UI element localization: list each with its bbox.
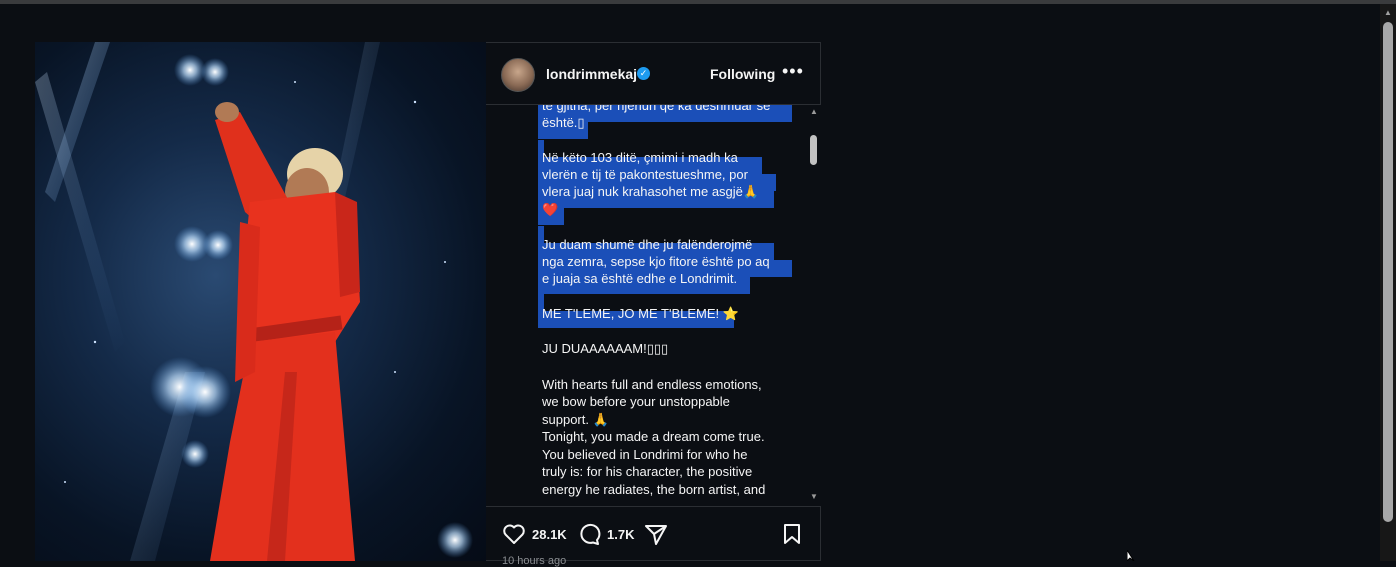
caption-line: You believed in Londrimi for who he <box>542 447 748 462</box>
verified-badge-icon: ✓ <box>637 67 650 80</box>
caption-line: truly is: for his character, the positiv… <box>542 464 753 479</box>
caption-line: nga zemra, sepse kjo fitore është po aq <box>542 254 770 269</box>
more-options-icon[interactable]: ••• <box>782 61 804 82</box>
caption-line: With hearts full and endless emotions, <box>542 377 762 392</box>
post-actions-bar: 28.1K 1.7K 10 hours ago <box>486 506 821 567</box>
page-scroll-thumb[interactable] <box>1383 22 1393 522</box>
caption-line: support. 🙏 <box>542 412 609 427</box>
bookmark-icon[interactable] <box>782 523 802 545</box>
browser-top-bar <box>0 0 1396 4</box>
caption-line: JU DUAAAAAAM!▯▯▯ <box>542 341 669 356</box>
mouse-cursor-icon <box>1127 550 1135 561</box>
caption-line: vlera juaj nuk krahasohet me asgjë🙏 <box>542 184 760 199</box>
page-scrollbar[interactable]: ▲ <box>1380 4 1396 561</box>
post-panel: londrimmekaj ✓ Following ••• të gjitha, … <box>486 42 821 567</box>
caption-line: ME T'LEME, JO ME T'BLEME! ⭐ <box>542 306 739 321</box>
caption-line: we bow before your unstoppable <box>542 394 730 409</box>
share-send-icon[interactable] <box>644 523 668 545</box>
avatar[interactable] <box>501 58 535 92</box>
caption-line: energy he radiates, the born artist, and <box>542 482 766 497</box>
caption-line: është.▯ <box>542 115 585 130</box>
comments-count[interactable]: 1.7K <box>607 527 634 542</box>
comment-bubble-icon[interactable] <box>577 523 601 545</box>
caption-line: e juaja sa është edhe e Londrimit. <box>542 271 738 286</box>
caption-scrollbar[interactable]: ▲ ▼ <box>806 105 821 506</box>
post-timestamp: 10 hours ago <box>502 555 567 567</box>
post-image[interactable] <box>35 42 486 561</box>
caption-scroll-area[interactable]: të gjitha, për njeriun që ka dëshmuar se… <box>486 105 806 506</box>
caption-line: Tonight, you made a dream come true. <box>542 429 765 444</box>
page-scroll-up-icon[interactable]: ▲ <box>1384 8 1392 17</box>
scroll-down-arrow-icon[interactable]: ▼ <box>810 492 818 501</box>
caption-line: ❤️ <box>542 202 559 217</box>
post-header: londrimmekaj ✓ Following ••• <box>486 43 821 105</box>
likes-count[interactable]: 28.1K <box>532 527 567 542</box>
scroll-thumb[interactable] <box>810 135 817 165</box>
like-heart-icon[interactable] <box>502 523 526 545</box>
caption-line: vlerën e tij të pakontestueshme, por <box>542 167 748 182</box>
username-link[interactable]: londrimmekaj <box>546 66 637 82</box>
following-button[interactable]: Following <box>710 66 775 82</box>
scroll-up-arrow-icon[interactable]: ▲ <box>810 107 818 116</box>
caption-line: Ju duam shumë dhe ju falënderojmë <box>542 237 753 252</box>
caption-line: të gjitha, për njeriun që ka dëshmuar se <box>542 105 771 113</box>
caption-line: Në këto 103 ditë, çmimi i madh ka <box>542 150 738 165</box>
